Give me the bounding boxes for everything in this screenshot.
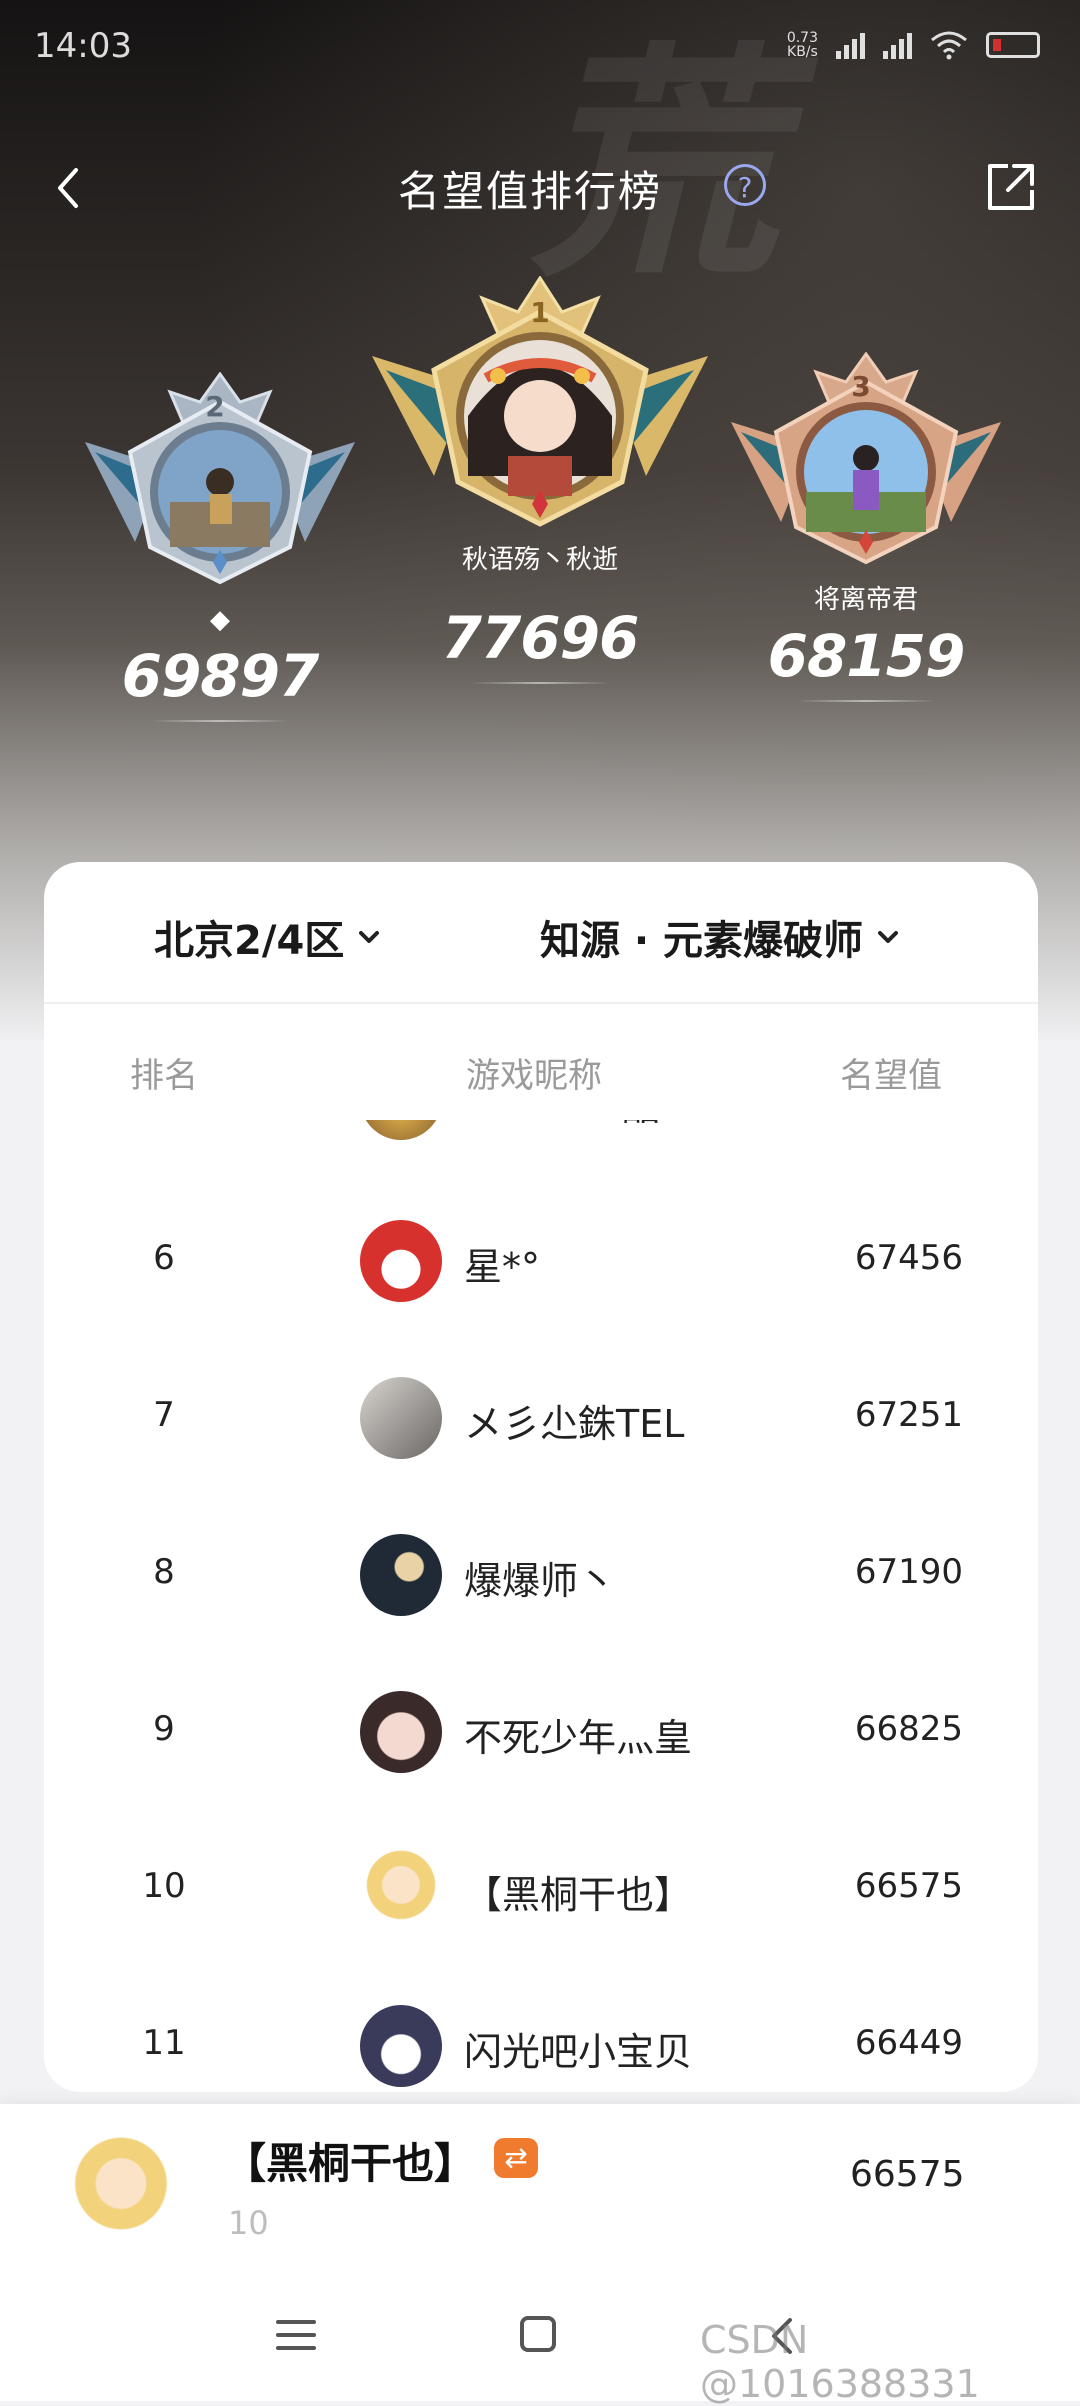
row-rank: 7: [153, 1395, 175, 1435]
class-dropdown[interactable]: 知源 · 元素爆破师: [540, 908, 899, 966]
row-score: 67251: [854, 1395, 964, 1435]
column-header-nickname: 游戏昵称: [466, 1056, 602, 1096]
net-speed: 0.73 KB/s: [787, 31, 818, 59]
podium-second-name: ◆: [210, 605, 230, 635]
row-score: 66449: [854, 2023, 964, 2063]
table-row[interactable]: 10 【黑桐干也】 66575: [44, 1808, 1038, 1965]
battery-icon: [986, 32, 1040, 58]
signal-icon-2: [883, 31, 912, 59]
wifi-icon: [931, 31, 967, 60]
row-rank: 11: [142, 2023, 186, 2063]
switch-badge-icon[interactable]: ⇄: [494, 2138, 538, 2178]
filter-bar: 北京2/4区 知源 · 元素爆破师: [44, 862, 1038, 1004]
row-score: 67190: [854, 1552, 964, 1592]
table-row[interactable]: 6 星*° 67456: [44, 1180, 1038, 1337]
podium-divider: [470, 682, 610, 684]
row-name: 爆爆师丶: [464, 1559, 617, 1603]
podium-second-score: 69897: [121, 642, 320, 710]
row-name: 星*°: [464, 1245, 541, 1289]
avatar: [360, 1848, 442, 1930]
podium-first-rank: 1: [530, 296, 550, 329]
column-header-score: 名望值: [840, 1056, 942, 1096]
table-row[interactable]: 8 爆爆师丶 67190: [44, 1494, 1038, 1651]
row-rank: 6: [153, 1238, 175, 1278]
table-row[interactable]: 9 不死少年灬皇 66825: [44, 1651, 1038, 1808]
podium-divider: [796, 700, 936, 702]
row-score: 66575: [854, 1866, 964, 1906]
podium-third-score: 68159: [767, 622, 966, 690]
help-icon[interactable]: ?: [724, 164, 766, 206]
row-rank: 9: [153, 1709, 175, 1749]
podium-first[interactable]: 1 秋语殇丶秋逝 77696: [368, 275, 712, 684]
status-time: 14:03: [34, 26, 132, 66]
leaderboard-card: 北京2/4区 知源 · 元素爆破师 排名 游戏昵称 名望值 5 …酷 68120…: [44, 862, 1038, 2092]
podium-first-name: 秋语殇丶秋逝: [461, 545, 618, 575]
podium-third-rank: 3: [851, 370, 871, 403]
avatar: [360, 1220, 442, 1302]
podium-second-rank: 2: [205, 390, 225, 423]
system-nav-bar: CSDN @1016388331: [0, 2274, 1080, 2406]
podium-first-score: 77696: [441, 604, 640, 672]
server-dropdown[interactable]: 北京2/4区: [154, 908, 380, 966]
my-rank: 10: [228, 2204, 269, 2242]
class-dropdown-label: 知源 · 元素爆破师: [540, 918, 864, 964]
column-header-rank: 排名: [130, 1056, 198, 1096]
top-nav: 名望值排行榜 ?: [0, 140, 1080, 230]
row-score: 67456: [854, 1238, 964, 1278]
avatar: [360, 1377, 442, 1459]
status-bar: 14:03 0.73 KB/s: [0, 0, 1080, 96]
net-speed-unit: KB/s: [787, 44, 818, 60]
row-score: 66825: [854, 1709, 964, 1749]
table-row[interactable]: 5 …酷 68120: [44, 1120, 1038, 1177]
chevron-down-icon: [359, 931, 380, 943]
podium-divider: [150, 720, 290, 722]
podium-third-name: 将离帝君: [813, 585, 918, 615]
row-rank: 10: [142, 1866, 186, 1906]
avatar: [360, 1120, 442, 1140]
avatar: [360, 1534, 442, 1616]
status-icons: 0.73 KB/s: [787, 30, 1040, 60]
avatar: [360, 1691, 442, 1773]
row-name: 不死少年灬皇: [464, 1716, 693, 1760]
share-icon[interactable]: [980, 156, 1042, 218]
net-speed-value: 0.73: [786, 30, 818, 46]
table-row[interactable]: 11 闪光吧小宝贝 66449: [44, 1965, 1038, 2092]
row-name: メ彡尐銖TEL: [464, 1402, 685, 1446]
avatar: [360, 2005, 442, 2087]
page-title: 名望值排行榜: [397, 167, 662, 216]
my-name: 【黑桐干也】: [224, 2139, 477, 2188]
row-name: 闪光吧小宝贝: [464, 2030, 693, 2074]
podium-third[interactable]: 3 将离帝君 68159: [716, 351, 1016, 702]
watermark: CSDN @1016388331: [700, 2318, 980, 2406]
menu-icon[interactable]: [276, 2320, 316, 2359]
avatar: [66, 2134, 176, 2244]
row-rank: 8: [153, 1552, 175, 1592]
table-row[interactable]: 7 メ彡尐銖TEL 67251: [44, 1337, 1038, 1494]
leaderboard-list[interactable]: 5 …酷 68120 6 星*° 67456 7 メ彡尐銖TEL 67251 8…: [44, 1120, 1038, 2092]
row-name: 【黑桐干也】: [464, 1873, 693, 1917]
chevron-down-icon: [878, 931, 899, 943]
podium-second[interactable]: 2 ◆ 69897: [70, 371, 370, 722]
home-icon[interactable]: [520, 2316, 556, 2352]
server-dropdown-label: 北京2/4区: [154, 918, 345, 964]
my-score: 66575: [850, 2154, 965, 2195]
row-name: …酷: [584, 1120, 660, 1131]
my-rank-bar[interactable]: 【黑桐干也】 ⇄ 10 66575: [0, 2104, 1080, 2274]
signal-icon: [836, 31, 865, 59]
